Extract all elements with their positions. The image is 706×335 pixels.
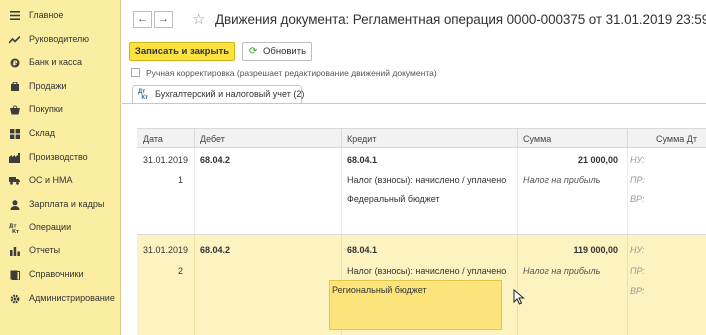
cell-credit-subconto-1: Налог (взносы): начислено / уплачено — [347, 175, 507, 185]
trend-icon — [9, 34, 20, 45]
operations-icon: Дт Кт — [9, 222, 20, 233]
sidebar-item-assets[interactable]: ОС и НМА — [0, 170, 121, 192]
sidebar-item-label: Главное — [29, 10, 64, 20]
sidebar-item-label: Отчеты — [29, 245, 61, 255]
warehouse-icon — [9, 128, 20, 139]
cell-debit: 68.04.2 — [200, 245, 231, 255]
sidebar-item-label: Покупки — [29, 104, 63, 114]
refresh-icon: ⟳ — [249, 46, 258, 57]
svg-text:₽: ₽ — [12, 59, 17, 67]
cell-credit-subconto-1-ext: Налог на прибыль — [523, 175, 601, 185]
tab-accounting[interactable]: Дт Кт Бухгалтерский и налоговый учет (2) — [132, 85, 305, 103]
tax-label-vr: ВР: — [630, 286, 645, 296]
bank-icon: ₽ — [9, 57, 20, 68]
tax-label-pr: ПР: — [630, 266, 645, 276]
cell-debit: 68.04.2 — [200, 155, 231, 165]
active-cell-credit-subconto-2[interactable]: Региональный бюджет — [329, 280, 502, 330]
main-area: ← → ☆ Движения документа: Регламентная о… — [122, 0, 706, 335]
sidebar-item-manager[interactable]: Руководителю — [0, 29, 121, 51]
mouse-cursor-icon — [513, 289, 525, 305]
tax-label-vr: ВР: — [630, 194, 645, 204]
sidebar-item-warehouse[interactable]: Склад — [0, 123, 121, 145]
column-divider — [341, 129, 342, 149]
sidebar-item-label: Руководителю — [29, 34, 90, 44]
cell-credit-subconto-2: Федеральный бюджет — [347, 194, 440, 204]
sidebar-item-administration[interactable]: Администрирование — [0, 288, 121, 310]
column-header-amount-dt[interactable]: Сумма Дт — [656, 134, 697, 144]
cell-row-number: 2 — [178, 266, 184, 276]
tax-label-nu: НУ: — [630, 155, 645, 165]
tax-label-nu: НУ: — [630, 245, 645, 255]
cell-credit-subconto-1: Налог (взносы): начислено / уплачено — [347, 266, 507, 276]
save-and-close-button[interactable]: Записать и закрыть — [129, 42, 235, 61]
tab-strip-line — [122, 103, 706, 104]
sidebar-item-bank[interactable]: ₽ Банк и касса — [0, 52, 121, 74]
grid-line — [194, 235, 195, 335]
factory-icon — [9, 152, 20, 163]
gear-icon — [9, 293, 20, 304]
sidebar-item-label: ОС и НМА — [29, 175, 73, 185]
manual-correction-checkbox[interactable] — [131, 68, 140, 77]
sidebar-item-references[interactable]: Справочники — [0, 264, 121, 286]
cell-row-number: 1 — [178, 175, 184, 185]
forward-button[interactable]: → — [154, 11, 173, 28]
favorite-star-icon[interactable]: ☆ — [192, 10, 205, 28]
column-header-credit[interactable]: Кредит — [347, 134, 376, 144]
sidebar-item-label: Операции — [29, 222, 72, 232]
grid-line — [627, 235, 628, 335]
column-divider — [517, 129, 518, 149]
table-header: Дата Дебет Кредит Сумма Сумма Дт — [137, 128, 706, 149]
person-icon — [9, 199, 20, 210]
column-header-date[interactable]: Дата — [143, 134, 163, 144]
sidebar-item-label: Производство — [29, 152, 88, 162]
tab-label: Бухгалтерский и налоговый учет (2) — [155, 89, 305, 99]
cell-amount: 21 000,00 — [577, 155, 618, 165]
cell-credit-subconto-2: Региональный бюджет — [332, 285, 427, 295]
sidebar-item-purchases[interactable]: Покупки — [0, 99, 121, 121]
grid-line — [194, 149, 195, 234]
sidebar-item-label: Зарплата и кадры — [29, 199, 105, 209]
sidebar-item-salary[interactable]: Зарплата и кадры — [0, 194, 121, 216]
cell-credit: 68.04.1 — [347, 245, 378, 255]
sidebar-item-label: Справочники — [29, 269, 84, 279]
sidebar-item-reports[interactable]: Отчеты — [0, 240, 121, 262]
menu-icon — [9, 10, 20, 21]
sidebar-item-label: Склад — [29, 128, 56, 138]
column-divider — [627, 129, 628, 149]
back-button[interactable]: ← — [133, 11, 152, 28]
sidebar-item-main[interactable]: Главное — [0, 5, 121, 27]
cell-date: 31.01.2019 — [143, 155, 189, 165]
grid-line — [627, 149, 628, 234]
column-header-debit[interactable]: Дебет — [200, 134, 225, 144]
sidebar-item-label: Администрирование — [29, 293, 115, 303]
sidebar-item-label: Продажи — [29, 81, 67, 91]
column-divider — [194, 129, 195, 149]
cell-credit-subconto-1-ext: Налог на прибыль — [523, 266, 601, 276]
column-header-amount[interactable]: Сумма — [523, 134, 551, 144]
sidebar-item-operations[interactable]: Дт Кт Операции — [0, 217, 121, 239]
table-row[interactable]: 31.01.2019 1 68.04.2 68.04.1 Налог (взно… — [137, 149, 706, 234]
basket-icon — [9, 104, 20, 115]
tax-label-pr: ПР: — [630, 175, 645, 185]
page-title: Движения документа: Регламентная операци… — [215, 12, 706, 27]
cell-date: 31.01.2019 — [143, 245, 189, 255]
refresh-button[interactable]: ⟳ Обновить — [242, 42, 312, 61]
cell-credit: 68.04.1 — [347, 155, 378, 165]
manual-correction-label: Ручная корректировка (разрешает редактир… — [146, 68, 437, 78]
cart-icon — [9, 81, 20, 92]
sidebar: Главное Руководителю ₽ Банк и касса Прод… — [0, 0, 121, 335]
grid-line — [341, 149, 342, 234]
sidebar-item-sales[interactable]: Продажи — [0, 76, 121, 98]
sidebar-item-production[interactable]: Производство — [0, 147, 121, 169]
reports-icon — [9, 245, 20, 256]
truck-icon — [9, 175, 20, 186]
sidebar-item-label: Банк и касса — [29, 57, 82, 67]
refresh-label: Обновить — [263, 46, 307, 57]
books-icon — [9, 269, 20, 280]
dt-kt-icon: Дт Кт — [138, 89, 148, 101]
svg-text:Кт: Кт — [12, 228, 19, 232]
cell-amount: 119 000,00 — [573, 245, 618, 255]
